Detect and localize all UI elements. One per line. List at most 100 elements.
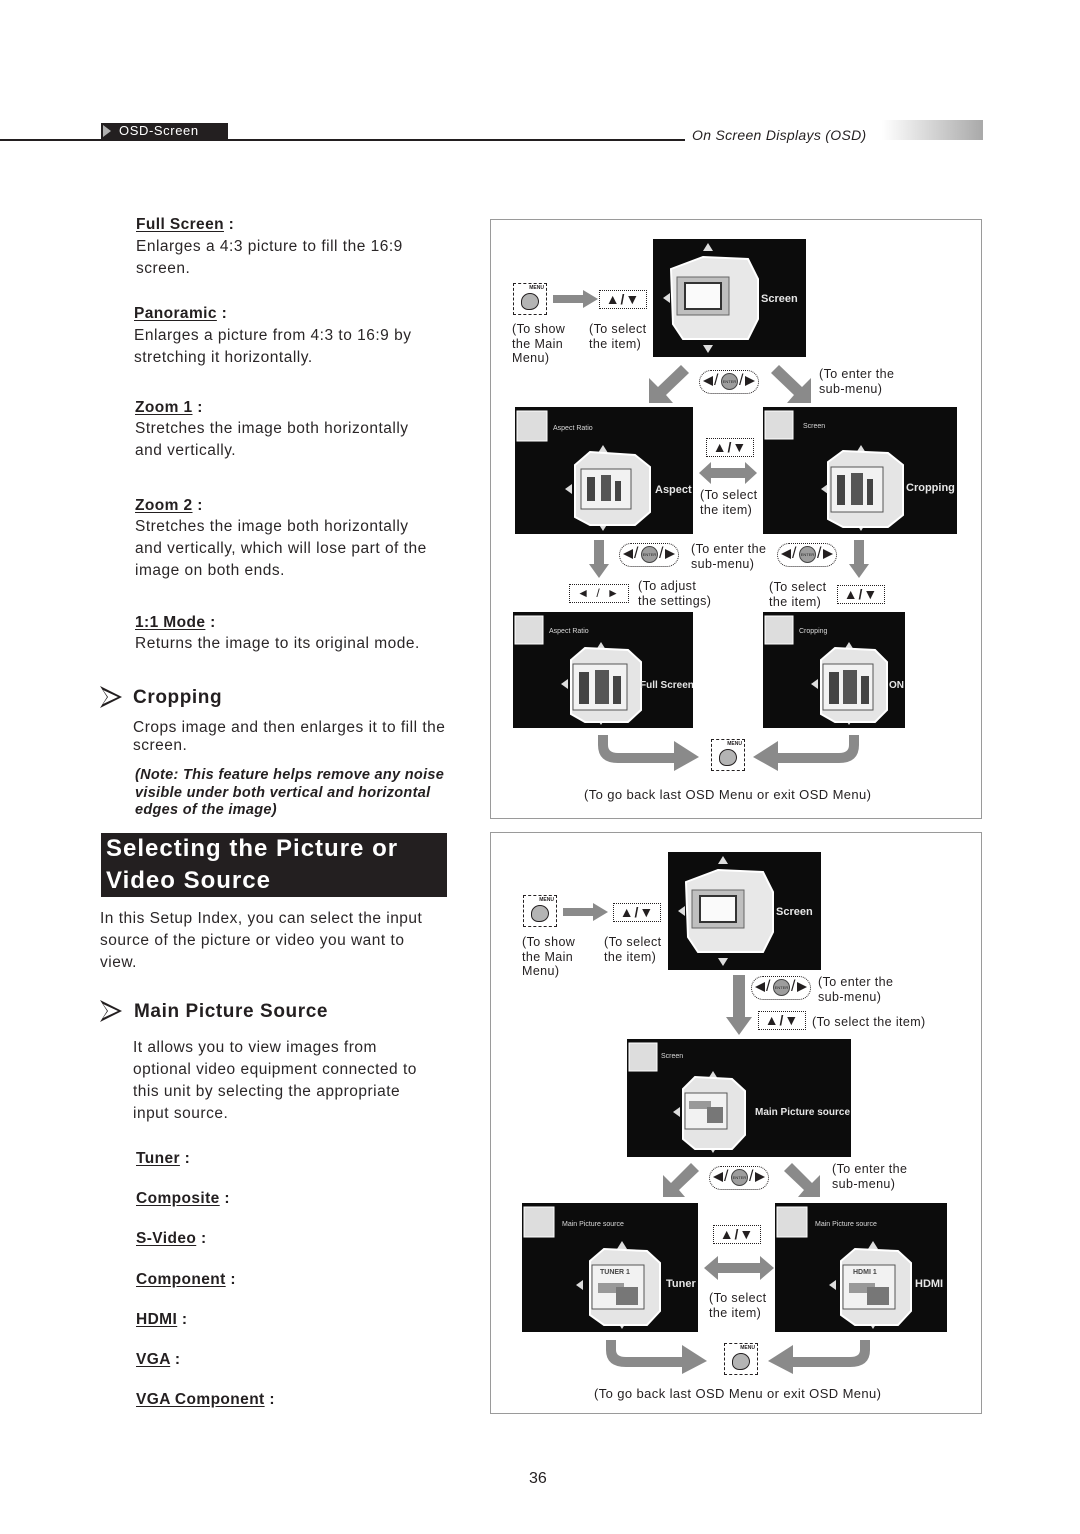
enter-button-icon: / ENTER / [619,543,679,567]
enter-button-icon: / ENTER / [699,370,759,394]
caption-select-item: (To select the item) [589,322,647,351]
caption-enter-submenu-2: (To enter the sub-menu) [832,1162,908,1191]
caption-go-back: (To go back last OSD Menu or exit OSD Me… [594,1386,882,1401]
osd-label: Cropping [906,482,955,494]
term-zoom-1: Zoom 1 : [135,399,203,416]
enter-button-icon: / ENTER / [709,1166,769,1190]
osd-label: Screen [776,906,813,918]
flow-arrow-both [704,1256,774,1280]
osd-label: Full Screen [640,680,693,691]
osd-title: Cropping [799,628,828,635]
osd-screen-main-picture-source: Screen Main Picture source [627,1039,851,1157]
osd-screen-cropping-on: Cropping ON [763,612,905,728]
osd-screen-cropping: Screen Cropping [763,407,957,534]
source-tuner: Tuner : [136,1150,191,1167]
enter-button-icon: / ENTER / [777,543,837,567]
header-rule [0,139,685,141]
up-down-button-icon: ▲/▼ [837,585,885,604]
flow-arrow-down-right [784,1163,820,1197]
pointer-arrow-icon [100,686,122,708]
desc-panoramic: Enlarges a picture from 4:3 to 16:9 by st… [134,327,412,366]
source-intro: In this Setup Index, you can select the … [100,910,423,971]
caption-show-menu: (To show the Main Menu) [512,322,566,365]
page-number: 36 [529,1470,547,1487]
enter-button-icon: / ENTER / [751,976,811,1000]
osd-title: Aspect Ratio [553,425,593,432]
flow-arrow-curve-left [753,735,859,771]
source-s-video: S-Video : [136,1230,207,1247]
caption-enter-submenu: (To enter the sub-menu) [819,367,895,396]
flow-arrow-down-right [771,365,811,403]
flow-arrow-down [589,540,609,578]
caption-select-item-mid: (To select the item) [709,1291,767,1320]
caption-show-menu: (To show the Main Menu) [522,935,576,978]
osd-title: Screen [661,1053,684,1060]
caption-select-item-mid: (To select the item) [700,488,758,517]
flow-arrow-down-left [649,365,689,403]
desc-1-1-mode: Returns the image to its original mode. [135,635,420,652]
cropping-desc: Crops image and then enlarges it to fill… [133,719,446,754]
osd-title: Screen [803,423,826,430]
up-down-button-icon: ▲/▼ [599,290,647,309]
osd-screen-main: Screen [653,239,806,357]
osd-inner-label: HDMI 1 [853,1269,877,1276]
diagram-main-picture-source: MENU ▲/▼ (To show the Main Menu) (To selec… [490,832,982,1414]
flow-arrow-curve-right [598,735,699,771]
caption-select-item: (To select the item) [604,935,662,964]
cropping-note: (Note: This feature helps remove any noi… [135,767,445,818]
diagram-aspect-cropping: MENU ▲/▼ (To show the Main Menu) (To selec… [490,219,982,819]
menu-button-icon: MENU [523,895,557,927]
menu-button-icon: MENU [724,1343,758,1375]
source-composite: Composite : [136,1190,230,1207]
osd-title: Main Picture source [815,1221,877,1228]
up-down-button-icon: ▲/▼ [706,438,754,457]
up-down-button-icon: ▲/▼ [758,1011,806,1030]
flow-arrow-down-left [663,1163,699,1197]
section-tab: OSD-Screen [101,123,228,139]
main-picture-source-desc: It allows you to view images from optiona… [133,1039,417,1122]
osd-title: Aspect Ratio [549,628,589,635]
source-vga-component: VGA Component : [136,1391,275,1408]
main-picture-source-heading: Main Picture Source [134,1001,329,1022]
desc-zoom-1: Stretches the image both horizontally and… [135,420,409,459]
caption-enter-submenu-mid: (To enter the sub-menu) [691,542,767,571]
osd-screen-hdmi: Main Picture source HDMI 1 HDMI [775,1203,947,1332]
osd-screen-aspect: Aspect Ratio Aspect [515,407,693,534]
caption-select-item-inline: (To select the item) [812,1015,926,1029]
flow-arrow-curve-left [768,1340,870,1374]
source-component: Component : [136,1271,236,1288]
osd-label: Aspect [655,484,692,496]
left-right-button-icon: ◄ / ► [569,584,629,603]
source-hdmi: HDMI : [136,1311,188,1328]
osd-label: ON [889,680,904,691]
up-down-button-icon: ▲/▼ [713,1225,761,1244]
osd-screen-tuner: Main Picture source TUNER 1 Tuner [522,1203,698,1332]
caption-go-back: (To go back last OSD Menu or exit OSD Me… [584,787,872,802]
osd-inner-label: TUNER 1 [600,1269,630,1276]
triangle-icon [103,125,111,137]
flow-arrow-right [563,903,608,921]
flow-arrow-down [726,975,752,1035]
osd-screen-main: Screen [668,852,821,970]
desc-zoom-2: Stretches the image both horizontally and… [135,518,427,579]
osd-label: Screen [761,293,798,305]
menu-button-icon: MENU [513,283,547,315]
up-down-button-icon: ▲/▼ [613,903,661,922]
osd-label: HDMI [915,1278,944,1290]
osd-title: Main Picture source [562,1221,624,1228]
source-vga: VGA : [136,1351,181,1368]
term-zoom-2: Zoom 2 : [135,497,203,514]
caption-adjust-settings: (To adjust the settings) [638,579,712,608]
cropping-heading: Cropping [133,687,223,708]
term-1-1-mode: 1:1 Mode : [135,614,216,631]
caption-select-item-right: (To select the item) [769,580,827,609]
flow-arrow-curve-right [606,1340,707,1374]
flow-arrow-down [849,540,869,578]
chapter-title: On Screen Displays (OSD) [692,127,867,143]
flow-arrow-both [699,462,757,484]
section-tab-label: OSD-Screen [119,123,199,138]
term-panoramic: Panoramic : [134,305,228,322]
section-banner: Selecting the Picture or Video Source [101,833,447,897]
osd-screen-full-screen: Aspect Ratio Full Screen [513,612,693,728]
pointer-arrow-icon [100,1000,122,1022]
